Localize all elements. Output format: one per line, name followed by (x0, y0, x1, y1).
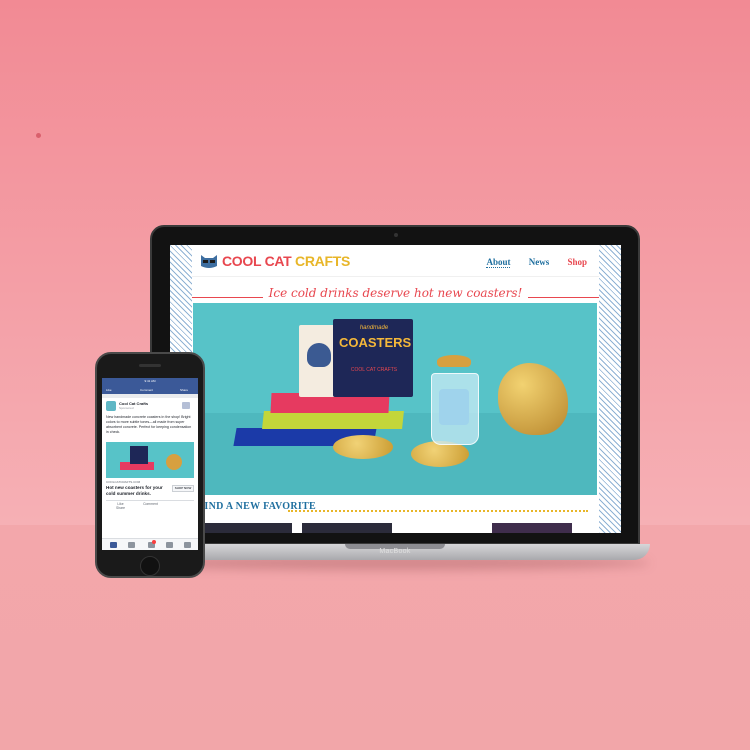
menu-icon[interactable] (184, 542, 191, 548)
box-cat-icon (307, 343, 331, 367)
toolbar-comment[interactable]: Comment (140, 388, 153, 392)
notifications-icon[interactable] (166, 542, 173, 548)
tagline: Ice cold drinks deserve hot new coasters… (192, 284, 599, 302)
news-feed-icon[interactable] (110, 542, 117, 548)
image-box (130, 446, 148, 464)
phone: 9:41 AM Like Comment Share Cool Cat Craf… (95, 352, 205, 578)
site-nav: About News Shop (470, 257, 587, 268)
friends-icon[interactable] (128, 542, 135, 548)
home-button[interactable] (140, 556, 160, 576)
cocktail-umbrella-icon (437, 355, 471, 367)
product-thumbnail[interactable] (202, 523, 292, 533)
messenger-icon[interactable] (148, 540, 156, 548)
laptop-screen: COOL CAT CRAFTS About News Shop Ice cold… (170, 245, 621, 533)
sponsored-post: Cool Cat Crafts Sponsored New handmade c… (102, 398, 198, 538)
wall-speck (36, 133, 41, 138)
phone-screen: 9:41 AM Like Comment Share Cool Cat Craf… (102, 378, 198, 550)
cat-sunglasses-icon[interactable] (200, 253, 218, 269)
post-url: COOLCATCRAFTS.COM (106, 480, 141, 484)
camera-dot (394, 233, 398, 237)
hero-banner[interactable]: handmade COASTERS COOL CAT CRAFTS (193, 303, 597, 495)
nav-about[interactable]: About (486, 257, 511, 268)
toolbar-share[interactable]: Share (180, 388, 188, 392)
sponsored-label: Sponsored (119, 406, 134, 410)
section-divider (288, 510, 588, 512)
gold-rock (498, 363, 568, 435)
toolbar-like[interactable]: Like (106, 388, 112, 392)
box-subtitle: handmade (359, 325, 389, 331)
facebook-toolbar: Like Comment Share (102, 385, 198, 394)
status-bar: 9:41 AM (102, 378, 198, 385)
share-button[interactable]: Share (106, 506, 135, 510)
status-time: 9:41 AM (144, 379, 156, 383)
gold-coaster (333, 435, 393, 459)
post-text: New handmade concrete coasters in the sh… (106, 415, 192, 434)
facebook-bottom-nav (102, 538, 198, 550)
laptop-brand: MacBook (379, 548, 411, 555)
logo-text-crafts: CRAFTS (295, 253, 350, 269)
box-brand: COOL CAT CRAFTS (350, 367, 398, 373)
image-gold-rock (166, 454, 182, 470)
nav-news[interactable]: News (529, 257, 550, 267)
page-avatar[interactable] (106, 401, 116, 411)
product-thumbnail[interactable] (302, 523, 392, 533)
phone-speaker (139, 364, 161, 367)
notification-badge (152, 540, 156, 544)
comment-button[interactable]: Comment (136, 502, 165, 506)
shop-now-button[interactable]: SHOP NOW (172, 485, 194, 492)
nav-shop[interactable]: Shop (567, 257, 587, 267)
post-divider (106, 500, 194, 501)
laptop-lid: COOL CAT CRAFTS About News Shop Ice cold… (150, 225, 640, 545)
book-green (262, 411, 404, 429)
site-logo[interactable]: COOL CAT CRAFTS (222, 253, 350, 269)
post-headline[interactable]: Hot new coasters for your cold summer dr… (106, 485, 166, 497)
product-thumbnail[interactable] (492, 523, 572, 533)
logo-text-cool-cat: COOL CAT (222, 253, 292, 269)
ice-cube (439, 389, 469, 425)
post-actions: Like Comment Share (106, 502, 194, 510)
website: COOL CAT CRAFTS About News Shop Ice cold… (192, 245, 599, 533)
box-title: COASTERS (339, 335, 412, 350)
site-header: COOL CAT CRAFTS About News Shop (192, 245, 599, 277)
post-image[interactable] (106, 442, 194, 478)
like-page-icon[interactable] (182, 402, 190, 409)
tagline-text: Ice cold drinks deserve hot new coasters… (262, 286, 529, 300)
